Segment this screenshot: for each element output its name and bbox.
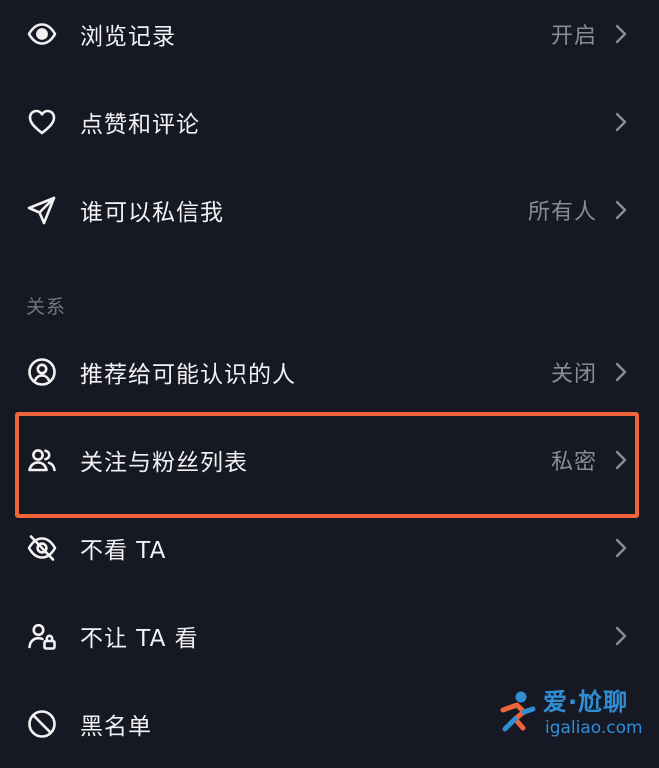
chevron-right-icon	[613, 536, 629, 560]
setting-row-label: 推荐给可能认识的人	[80, 362, 296, 388]
user-circle-icon	[26, 356, 58, 388]
chevron-right-icon	[613, 22, 629, 46]
setting-row-following-followers-list[interactable]: 关注与粉丝列表 私密	[0, 416, 659, 504]
chevron-right-icon	[613, 448, 629, 472]
setting-row-label: 浏览记录	[80, 24, 176, 50]
setting-row-recommend-to-contacts[interactable]: 推荐给可能认识的人 关闭	[0, 328, 659, 416]
block-icon	[26, 708, 58, 740]
setting-row-hide-from-ta[interactable]: 不让 TA 看	[0, 592, 659, 680]
setting-row-value: 私密	[550, 450, 597, 475]
watermark-title: 爱·尬聊	[543, 688, 629, 716]
chevron-right-icon	[613, 198, 629, 222]
setting-row-label: 不让 TA 看	[80, 626, 199, 652]
setting-row-label: 点赞和评论	[80, 112, 200, 138]
chevron-right-icon	[613, 360, 629, 384]
heart-icon	[26, 106, 58, 138]
chevron-right-icon	[613, 624, 629, 648]
setting-row-label: 谁可以私信我	[80, 200, 224, 226]
runner-logo-icon	[500, 691, 536, 732]
setting-row-value: 所有人	[527, 200, 597, 225]
watermark-url: igaliao.com	[545, 718, 643, 738]
paper-plane-icon	[26, 194, 58, 226]
eye-off-icon	[26, 532, 58, 564]
setting-row-who-can-message[interactable]: 谁可以私信我 所有人	[0, 166, 659, 254]
setting-row-label: 不看 TA	[80, 538, 167, 564]
setting-row-dont-watch-ta[interactable]: 不看 TA	[0, 504, 659, 592]
setting-row-label: 关注与粉丝列表	[80, 450, 248, 476]
section-header-relations: 关系	[26, 296, 67, 318]
watermark: 爱·尬聊 igaliao.com	[491, 678, 651, 750]
setting-row-browse-history[interactable]: 浏览记录 开启	[0, 0, 659, 78]
setting-row-value: 关闭	[550, 362, 597, 387]
users-icon	[26, 444, 58, 476]
setting-row-label: 黑名单	[80, 714, 152, 740]
setting-row-value: 开启	[550, 24, 597, 49]
user-lock-icon	[26, 620, 58, 652]
eye-icon	[26, 18, 58, 50]
chevron-right-icon	[613, 110, 629, 134]
setting-row-likes-comments[interactable]: 点赞和评论	[0, 78, 659, 166]
